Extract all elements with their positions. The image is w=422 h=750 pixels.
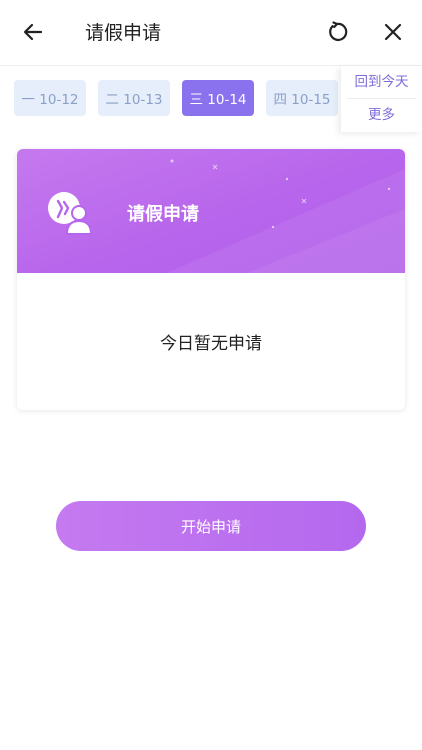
page-title: 请假申请 — [85, 22, 162, 44]
date-chip-thu[interactable]: 四 10-15 — [266, 80, 338, 116]
card-title: 请假申请 — [127, 204, 199, 225]
close-icon — [384, 23, 402, 41]
refresh-button[interactable] — [320, 15, 354, 49]
card-header: 请假申请 — [17, 149, 405, 273]
start-application-button[interactable]: 开始申请 — [56, 501, 366, 551]
date-chip-tue[interactable]: 二 10-13 — [98, 80, 170, 116]
more-button[interactable]: 更多 — [341, 99, 422, 131]
close-button[interactable] — [376, 15, 410, 49]
date-chip-mon[interactable]: 一 10-12 — [14, 80, 86, 116]
refresh-icon — [329, 21, 348, 41]
leave-user-icon — [48, 192, 91, 235]
back-button[interactable] — [16, 15, 50, 49]
arrow-left-icon — [23, 23, 43, 41]
date-chip-wed-selected[interactable]: 三 10-14 — [182, 80, 254, 116]
date-selector: 一 10-12 二 10-13 三 10-14 四 10-15 回到今天 更多 — [0, 66, 422, 132]
leave-card: 请假申请 今日暂无申请 — [17, 149, 405, 410]
today-panel: 回到今天 更多 — [341, 66, 422, 132]
app-header: 请假申请 — [0, 0, 422, 66]
empty-state-text: 今日暂无申请 — [160, 334, 262, 354]
back-to-today-button[interactable]: 回到今天 — [341, 66, 422, 98]
